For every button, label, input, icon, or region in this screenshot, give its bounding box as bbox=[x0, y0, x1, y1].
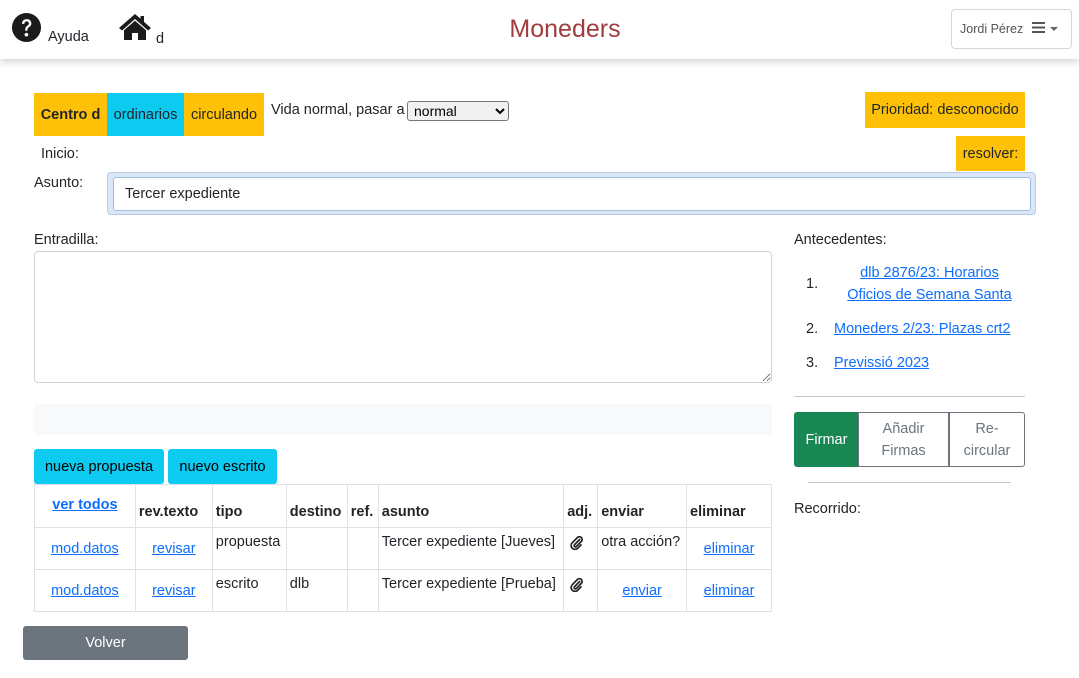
mod-datos-cell: mod.datos bbox=[34, 569, 136, 612]
entradilla-label: Entradilla: bbox=[34, 232, 99, 248]
revisar-cell: revisar bbox=[134, 569, 213, 612]
user-name: Jordi Pérez bbox=[960, 22, 1024, 36]
ordinarios-badge: ordinarios bbox=[107, 93, 184, 136]
col-header-eliminar: eliminar bbox=[686, 484, 772, 528]
recircular-line2: circular bbox=[963, 442, 1011, 459]
recircular-line1: Re- bbox=[975, 420, 999, 437]
centro-badge: Centro d bbox=[34, 93, 107, 136]
paperclip-icon[interactable] bbox=[570, 535, 584, 554]
adj-cell bbox=[563, 527, 599, 570]
col-header-asunto: asunto bbox=[377, 484, 565, 528]
resolver-badge: resolver: bbox=[956, 136, 1025, 171]
tipo-cell: escrito bbox=[211, 569, 287, 612]
mod-datos-cell: mod.datos bbox=[34, 527, 136, 570]
asunto-cell: Tercer expediente [Jueves] bbox=[377, 527, 565, 570]
antecedente-link[interactable]: Previssió 2023 bbox=[818, 352, 1025, 374]
list-item-number: 2. bbox=[806, 321, 819, 337]
table-row: mod.datos revisar escrito dlb Tercer exp… bbox=[34, 569, 772, 612]
mod-datos-link[interactable]: mod.datos bbox=[51, 541, 119, 557]
hamburger-menu-icon bbox=[1032, 21, 1046, 37]
circulando-badge: circulando bbox=[184, 93, 264, 136]
col-header-destino: destino bbox=[285, 484, 348, 528]
list-item-number: 3. bbox=[806, 355, 819, 371]
col-header-tipo: tipo bbox=[211, 484, 287, 528]
enviar-link[interactable]: enviar bbox=[622, 583, 662, 599]
destino-cell: dlb bbox=[285, 569, 348, 612]
eliminar-link[interactable]: eliminar bbox=[704, 583, 755, 599]
ver-todos-cell: ver todos bbox=[34, 484, 136, 528]
eliminar-cell: eliminar bbox=[686, 569, 772, 612]
chevron-down-icon bbox=[1050, 27, 1059, 31]
firmar-button[interactable]: Firmar bbox=[794, 412, 859, 467]
list-item-number: 1. bbox=[806, 276, 819, 292]
vida-select[interactable]: normal bbox=[407, 101, 509, 121]
list-item: 3. Previssió 2023 bbox=[794, 352, 1025, 374]
ver-todos-link[interactable]: ver todos bbox=[52, 497, 117, 513]
enviar-cell: otra acción? bbox=[597, 527, 688, 570]
user-menu-dropdown[interactable]: Jordi Pérez bbox=[951, 9, 1072, 49]
antecedente-link[interactable]: Moneders 2/23: Plazas crt2 bbox=[818, 318, 1025, 340]
list-item: 2. Moneders 2/23: Plazas crt2 bbox=[794, 318, 1025, 340]
col-header-enviar: enviar bbox=[597, 484, 688, 528]
revisar-link[interactable]: revisar bbox=[152, 583, 196, 599]
ref-cell bbox=[346, 527, 379, 570]
table-row: mod.datos revisar propuesta Tercer exped… bbox=[34, 527, 772, 570]
enviar-cell: enviar bbox=[597, 569, 688, 612]
col-header-ref: ref. bbox=[346, 484, 379, 528]
eliminar-link[interactable]: eliminar bbox=[704, 541, 755, 557]
adj-cell bbox=[563, 569, 599, 612]
antecedentes-list: 1. dlb 2876/23: Horarios Oficios de Seman… bbox=[794, 262, 1025, 386]
inicio-label: Inicio: bbox=[41, 146, 79, 162]
antecedente-link-line2: Oficios de Semana Santa bbox=[847, 287, 1012, 303]
documents-table: ver todos rev.texto tipo destino ref. as… bbox=[34, 484, 772, 612]
asunto-input[interactable] bbox=[113, 177, 1031, 211]
info-bar bbox=[34, 404, 772, 435]
col-header-rev-texto: rev.texto bbox=[134, 484, 213, 528]
paperclip-icon[interactable] bbox=[570, 577, 584, 596]
divider bbox=[808, 482, 1011, 483]
destino-cell bbox=[285, 527, 348, 570]
recircular-button[interactable]: Re-circular bbox=[949, 412, 1025, 467]
asunto-label: Asunto: bbox=[34, 175, 84, 191]
divider bbox=[794, 396, 1025, 397]
app-title: Moneders bbox=[509, 15, 621, 43]
revisar-cell: revisar bbox=[134, 527, 213, 570]
anadir-firmas-line2: Firmas bbox=[881, 442, 926, 459]
asunto-cell: Tercer expediente [Prueba] bbox=[377, 569, 565, 612]
anadir-firmas-button[interactable]: Añadir Firmas bbox=[858, 412, 949, 467]
anadir-firmas-line1: Añadir bbox=[882, 420, 925, 437]
antecedente-link-line1: dlb 2876/23: Horarios bbox=[860, 265, 999, 281]
prioridad-badge: Prioridad: desconocido bbox=[865, 92, 1025, 128]
volver-button[interactable]: Volver bbox=[23, 626, 188, 660]
tipo-cell: propuesta bbox=[211, 527, 287, 570]
mod-datos-link[interactable]: mod.datos bbox=[51, 583, 119, 599]
eliminar-cell: eliminar bbox=[686, 527, 772, 570]
table-header-row: ver todos rev.texto tipo destino ref. as… bbox=[34, 484, 772, 528]
vida-label: Vida normal, pasar a bbox=[271, 102, 405, 118]
entradilla-textarea[interactable] bbox=[34, 251, 772, 383]
list-item: 1. dlb 2876/23: Horarios Oficios de Seman… bbox=[794, 262, 1025, 306]
recorrido-label: Recorrido: bbox=[794, 501, 861, 517]
asunto-focus-ring bbox=[107, 172, 1036, 215]
revisar-link[interactable]: revisar bbox=[152, 541, 196, 557]
nueva-propuesta-button[interactable]: nueva propuesta bbox=[34, 449, 164, 484]
ref-cell bbox=[346, 569, 379, 612]
nuevo-escrito-button[interactable]: nuevo escrito bbox=[168, 449, 277, 484]
antecedentes-label: Antecedentes: bbox=[794, 232, 887, 248]
col-header-adj: adj. bbox=[563, 484, 599, 528]
antecedente-link[interactable]: dlb 2876/23: Horarios Oficios de Semana S… bbox=[818, 262, 1025, 306]
top-navbar: Ayuda d Moneders Jordi Pérez bbox=[0, 0, 1079, 59]
